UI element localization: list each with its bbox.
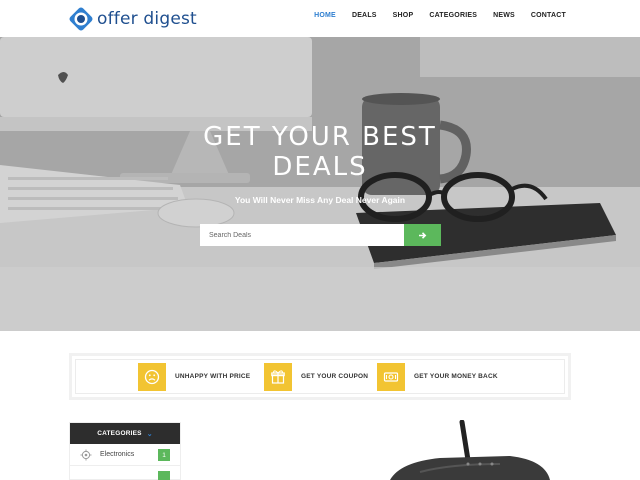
- nav-deals[interactable]: DEALS: [352, 12, 377, 19]
- nav-shop[interactable]: SHOP: [393, 12, 414, 19]
- category-count-badge: 1: [158, 449, 170, 461]
- page: offer digest HOME DEALS SHOP CATEGORIES …: [0, 0, 640, 480]
- product-image: [390, 420, 550, 480]
- hero-title: GET YOUR BEST DEALS: [0, 122, 640, 182]
- feature-label: UNHAPPY WITH PRICE: [175, 373, 251, 380]
- categories-panel: CATEGORIES ⌄ Electronics 1: [69, 422, 181, 480]
- feature-coupon: GET YOUR COUPON: [264, 362, 368, 391]
- category-item-partial: [70, 466, 180, 480]
- search-button[interactable]: [404, 224, 441, 246]
- gift-icon: [264, 362, 292, 391]
- chip-icon: [80, 449, 92, 460]
- sad-face-icon: [138, 362, 166, 391]
- hero-subtitle: You Will Never Miss Any Deal Never Again: [234, 195, 406, 205]
- category-count-badge-partial: [158, 471, 170, 480]
- cash-icon: [377, 362, 405, 391]
- hero-title-line2: DEALS: [272, 152, 368, 182]
- categories-title: CATEGORIES: [97, 430, 142, 437]
- hero-overlay: [0, 37, 640, 331]
- main-nav: HOME DEALS SHOP CATEGORIES NEWS CONTACT: [298, 12, 566, 19]
- search-input[interactable]: [200, 224, 404, 246]
- nav-contact[interactable]: CONTACT: [531, 12, 566, 19]
- categories-header[interactable]: CATEGORIES ⌄: [70, 423, 180, 444]
- nav-categories[interactable]: CATEGORIES: [429, 12, 477, 19]
- chevron-down-icon: ⌄: [146, 430, 153, 438]
- site-header: offer digest HOME DEALS SHOP CATEGORIES …: [0, 0, 640, 37]
- nav-news[interactable]: NEWS: [493, 12, 515, 19]
- arrow-right-icon: [419, 231, 427, 239]
- logo[interactable]: offer digest: [68, 6, 197, 32]
- logo-text: offer digest: [97, 9, 197, 29]
- hero-banner: GET YOUR BEST DEALS You Will Never Miss …: [0, 37, 640, 331]
- nav-home[interactable]: HOME: [314, 12, 336, 19]
- feature-label: GET YOUR MONEY BACK: [414, 373, 498, 380]
- category-label: Electronics: [100, 451, 135, 458]
- feature-money-back: GET YOUR MONEY BACK: [377, 362, 498, 391]
- logo-mark-icon: [69, 7, 93, 31]
- feature-unhappy-price: UNHAPPY WITH PRICE: [138, 362, 250, 391]
- hero-title-line1: GET YOUR BEST: [203, 122, 437, 152]
- feature-label: GET YOUR COUPON: [301, 373, 369, 380]
- search-form: [200, 224, 441, 246]
- features-strip: UNHAPPY WITH PRICE GET YOUR COUPON GET Y…: [69, 353, 571, 400]
- category-item-electronics[interactable]: Electronics 1: [70, 444, 180, 466]
